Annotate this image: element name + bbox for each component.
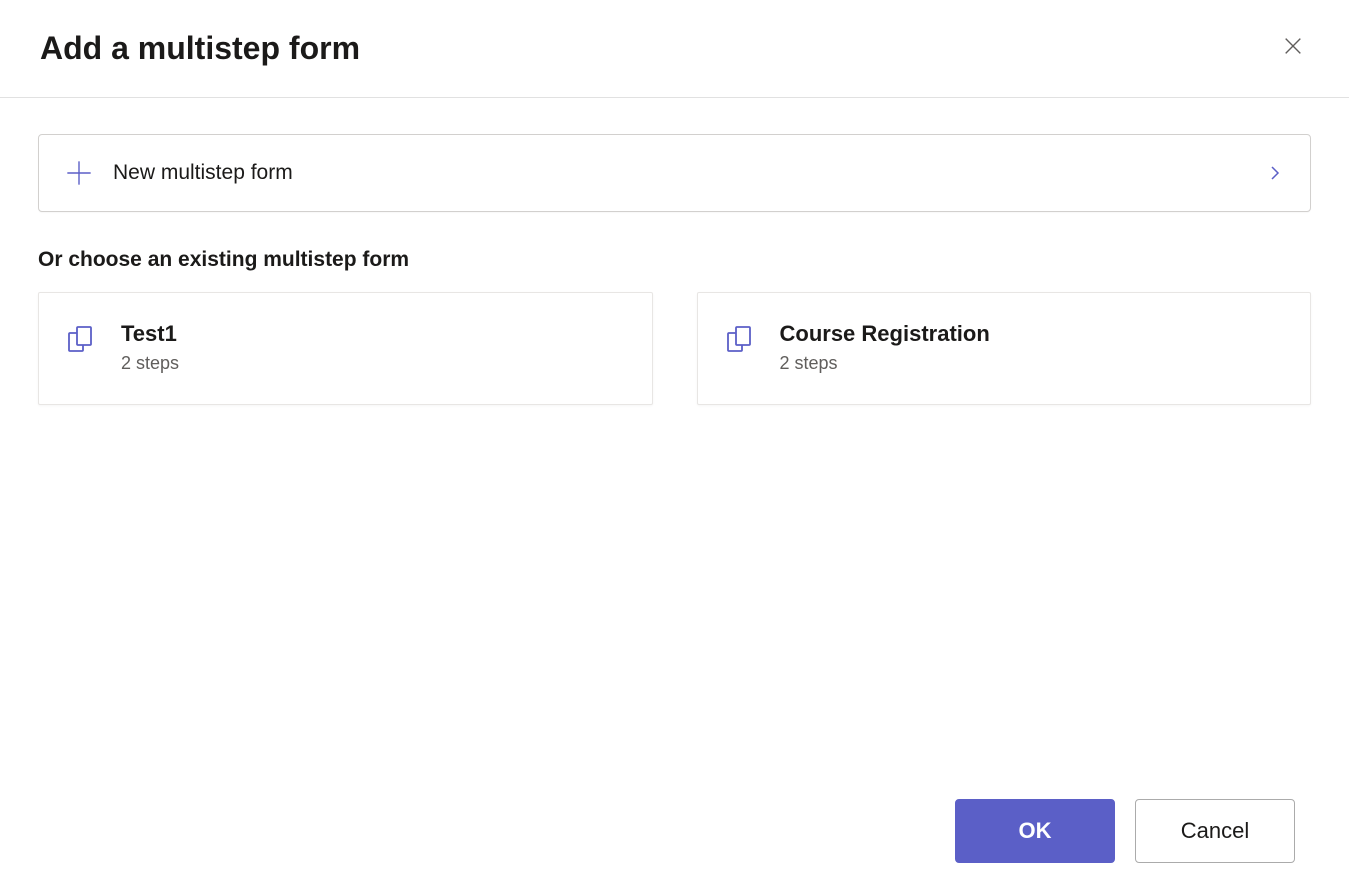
multistep-form-icon [65,323,97,355]
plus-icon [65,159,93,187]
dialog-content: New multistep form Or choose an existing… [0,98,1349,405]
existing-forms-list: Test1 2 steps Course Registration 2 step… [38,292,1311,405]
form-steps: 2 steps [121,353,179,374]
existing-section-label: Or choose an existing multistep form [38,248,1311,272]
close-icon [1282,35,1304,62]
chevron-right-icon [1266,164,1284,182]
dialog-footer: OK Cancel [955,799,1295,863]
close-button[interactable] [1277,33,1309,65]
form-card-text: Course Registration 2 steps [780,321,990,374]
new-form-left: New multistep form [65,159,293,187]
new-multistep-form-button[interactable]: New multistep form [38,134,1311,212]
form-card-text: Test1 2 steps [121,321,179,374]
new-form-label: New multistep form [113,161,293,185]
dialog-header: Add a multistep form [0,0,1349,98]
form-title: Course Registration [780,321,990,347]
form-steps: 2 steps [780,353,990,374]
form-card[interactable]: Test1 2 steps [38,292,653,405]
cancel-button[interactable]: Cancel [1135,799,1295,863]
form-card[interactable]: Course Registration 2 steps [697,292,1312,405]
dialog-title: Add a multistep form [40,30,360,67]
multistep-form-icon [724,323,756,355]
form-title: Test1 [121,321,179,347]
ok-button[interactable]: OK [955,799,1115,863]
